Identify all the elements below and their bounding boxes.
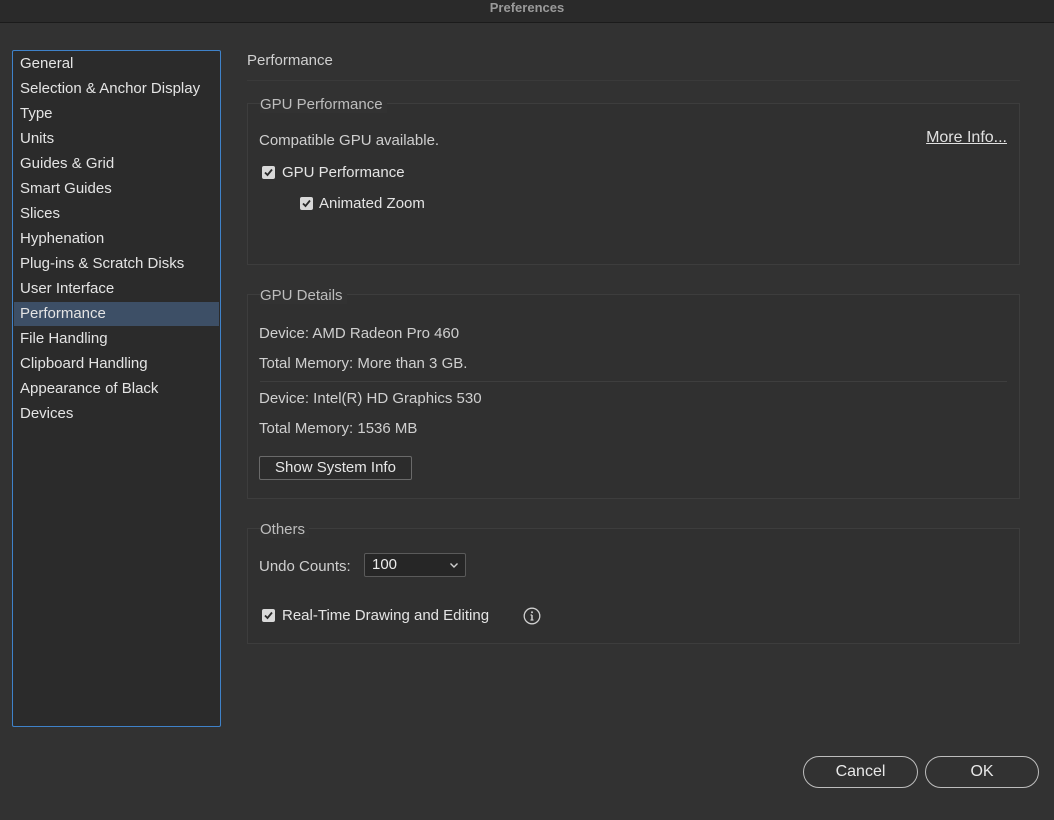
sidebar-item-units[interactable]: Units	[14, 127, 219, 151]
chevron-down-icon	[450, 563, 458, 568]
undo-counts-value: 100	[372, 556, 398, 573]
more-info-link[interactable]: More Info...	[926, 129, 1007, 147]
sidebar-item-smart-guides[interactable]: Smart Guides	[14, 177, 219, 201]
device-divider	[260, 381, 1007, 382]
device-1-name: Device: AMD Radeon Pro 460	[259, 325, 460, 342]
checkmark-icon	[264, 168, 273, 177]
gpu-details-title: GPU Details	[260, 287, 347, 304]
gpu-performance-panel: GPU Performance Compatible GPU available…	[247, 96, 1020, 265]
gpu-performance-title: GPU Performance	[260, 96, 387, 113]
sidebar-item-performance[interactable]: Performance	[14, 302, 219, 326]
gpu-performance-checkbox[interactable]	[262, 166, 275, 179]
undo-counts-select[interactable]: 100	[364, 553, 466, 577]
sidebar-item-general[interactable]: General	[14, 52, 219, 76]
sidebar-item-clipboard-handling[interactable]: Clipboard Handling	[14, 352, 219, 376]
sidebar-item-appearance-of-black[interactable]: Appearance of Black	[14, 377, 219, 401]
undo-counts-label: Undo Counts:	[259, 558, 351, 575]
others-title: Others	[260, 521, 310, 538]
ok-button[interactable]: OK	[925, 756, 1039, 788]
realtime-drawing-checkbox[interactable]	[262, 609, 275, 622]
others-panel: Others Undo Counts: 100 Real-Time Drawin…	[247, 521, 1020, 644]
info-icon[interactable]	[523, 607, 541, 625]
sidebar-item-type[interactable]: Type	[14, 102, 219, 126]
animated-zoom-label[interactable]: Animated Zoom	[319, 195, 425, 212]
preferences-sidebar[interactable]: General Selection & Anchor Display Type …	[12, 50, 221, 727]
animated-zoom-checkbox[interactable]	[300, 197, 313, 210]
realtime-drawing-label[interactable]: Real-Time Drawing and Editing	[282, 607, 489, 624]
checkmark-icon	[302, 199, 311, 208]
sidebar-item-hyphenation[interactable]: Hyphenation	[14, 227, 219, 251]
preferences-window: Preferences General Selection & Anchor D…	[0, 0, 1054, 820]
gpu-status-text: Compatible GPU available.	[259, 132, 440, 149]
gpu-performance-label[interactable]: GPU Performance	[282, 164, 405, 181]
device-2-name: Device: Intel(R) HD Graphics 530	[259, 390, 482, 407]
checkmark-icon	[264, 611, 273, 620]
cancel-button[interactable]: Cancel	[803, 756, 918, 788]
gpu-details-panel: GPU Details Device: AMD Radeon Pro 460 T…	[247, 287, 1020, 499]
sidebar-item-plugins-scratch-disks[interactable]: Plug-ins & Scratch Disks	[14, 252, 219, 276]
window-title: Preferences	[0, 0, 1054, 23]
device-2-memory: Total Memory: 1536 MB	[259, 420, 418, 437]
sidebar-item-slices[interactable]: Slices	[14, 202, 219, 226]
sidebar-item-devices[interactable]: Devices	[14, 402, 219, 426]
sidebar-item-file-handling[interactable]: File Handling	[14, 327, 219, 351]
device-1-memory: Total Memory: More than 3 GB.	[259, 355, 468, 372]
show-system-info-button[interactable]: Show System Info	[259, 456, 412, 480]
heading-divider	[247, 80, 1020, 81]
page-title: Performance	[247, 52, 333, 69]
sidebar-item-selection-anchor-display[interactable]: Selection & Anchor Display	[14, 77, 219, 101]
sidebar-item-guides-grid[interactable]: Guides & Grid	[14, 152, 219, 176]
sidebar-item-user-interface[interactable]: User Interface	[14, 277, 219, 301]
